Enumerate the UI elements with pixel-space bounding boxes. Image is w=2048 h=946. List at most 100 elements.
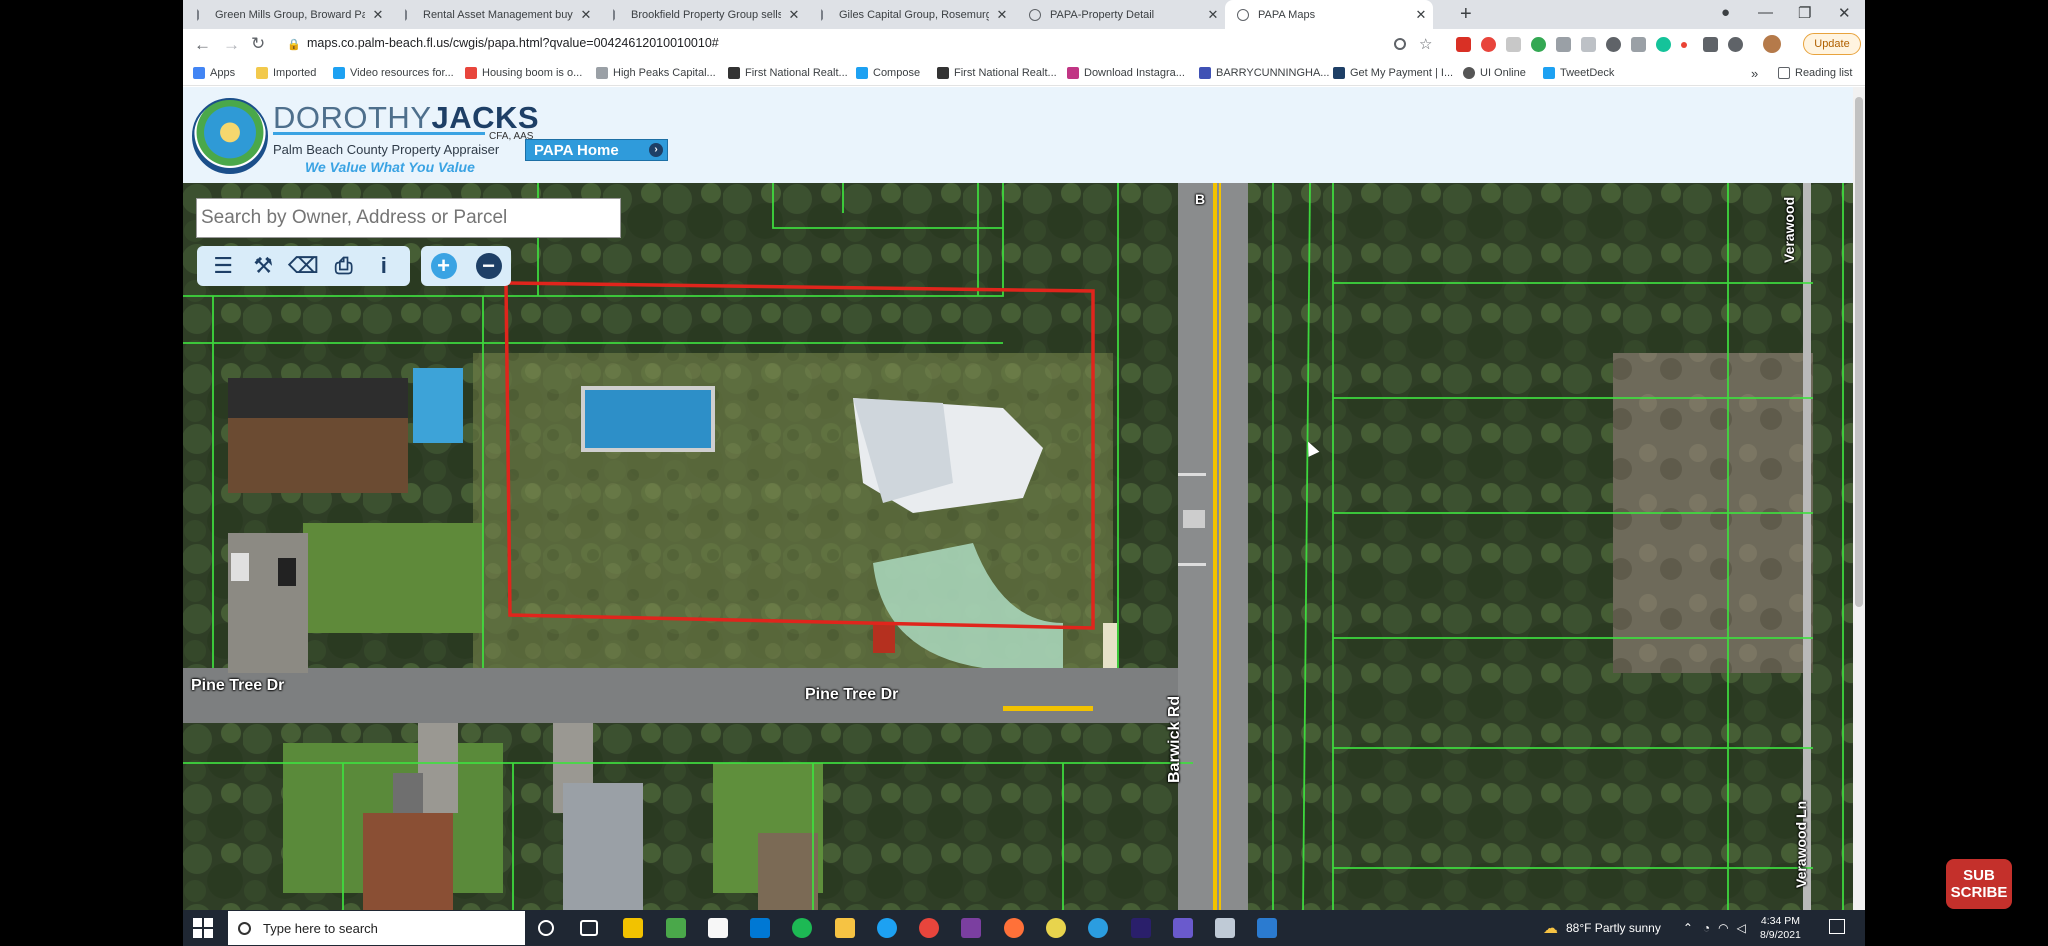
tab-giles-capital[interactable]: Giles Capital Group, Rosemurgy ✕ bbox=[809, 0, 1017, 29]
maximize-button[interactable]: ❐ bbox=[1798, 4, 1811, 22]
weather-icon[interactable]: ☁ bbox=[1543, 919, 1558, 937]
close-icon[interactable]: ✕ bbox=[1206, 7, 1220, 23]
aerial-imagery bbox=[183, 183, 1853, 910]
papa-home-button[interactable]: PAPA Home › bbox=[525, 139, 668, 161]
taskbar-search-input[interactable]: Type here to search bbox=[228, 911, 525, 945]
app-icon[interactable] bbox=[1257, 918, 1277, 938]
tab-label: PAPA Maps bbox=[1258, 8, 1316, 21]
profile-dot-icon[interactable]: ● bbox=[1721, 4, 1730, 21]
info-icon[interactable]: i bbox=[370, 252, 398, 280]
wifi-icon[interactable]: ◠ bbox=[1718, 921, 1728, 935]
extension-icon[interactable] bbox=[1556, 37, 1571, 52]
close-icon[interactable]: ✕ bbox=[995, 7, 1009, 23]
subscribe-button[interactable]: SUB SCRIBE bbox=[1946, 859, 2012, 909]
layers-icon[interactable]: ☰ bbox=[209, 252, 237, 280]
spotify-icon[interactable] bbox=[792, 918, 812, 938]
chrome-extension-icon[interactable] bbox=[1481, 37, 1496, 52]
url-field[interactable]: maps.co.palm-beach.fl.us/cwgis/papa.html… bbox=[307, 36, 719, 50]
site-icon bbox=[1333, 67, 1345, 79]
app-icon[interactable] bbox=[1046, 918, 1066, 938]
bookmark-barrycunningham[interactable]: BARRYCUNNINGHA... bbox=[1199, 67, 1329, 79]
firefox-icon[interactable] bbox=[1004, 918, 1024, 938]
bookmark-first-national-1[interactable]: First National Realt... bbox=[728, 67, 848, 79]
close-icon[interactable]: ✕ bbox=[371, 7, 385, 23]
update-button[interactable]: Update bbox=[1803, 33, 1861, 55]
account-icon[interactable] bbox=[1728, 37, 1743, 52]
scrollbar-thumb[interactable] bbox=[1855, 97, 1863, 607]
calculator-icon[interactable] bbox=[1215, 918, 1235, 938]
task-view-icon[interactable] bbox=[580, 920, 598, 936]
bookmark-ui-online[interactable]: UI Online bbox=[1463, 67, 1526, 79]
bookmarks-overflow-button[interactable]: » bbox=[1751, 66, 1758, 81]
pdf-extension-icon[interactable] bbox=[1456, 37, 1471, 52]
app-icon[interactable] bbox=[1088, 918, 1108, 938]
bookmark-apps[interactable]: Apps bbox=[193, 67, 235, 79]
app-icon[interactable] bbox=[666, 918, 686, 938]
bookmark-imported[interactable]: Imported bbox=[256, 67, 316, 79]
meet-extension-icon[interactable] bbox=[1531, 37, 1546, 52]
zoom-in-button[interactable]: + bbox=[430, 253, 457, 279]
notification-icon[interactable] bbox=[1829, 919, 1845, 934]
eraser-icon[interactable]: ⌫ bbox=[288, 252, 319, 280]
volume-icon[interactable]: ◁ bbox=[1737, 921, 1746, 935]
edge-icon[interactable] bbox=[877, 918, 897, 938]
close-icon[interactable]: ✕ bbox=[787, 7, 801, 23]
close-icon[interactable]: ✕ bbox=[579, 7, 593, 23]
wrench-icon[interactable]: ⚒ bbox=[249, 252, 277, 280]
onenote-icon[interactable] bbox=[961, 918, 981, 938]
store-icon[interactable] bbox=[623, 918, 643, 938]
back-button[interactable]: ← bbox=[194, 35, 211, 55]
bookmark-get-my-payment[interactable]: Get My Payment | I... bbox=[1333, 67, 1453, 79]
puzzle-icon[interactable] bbox=[1703, 37, 1718, 52]
system-tray: ☁ 88°F Partly sunny ⌃ ◔ ◠ ◁ bbox=[1543, 910, 1746, 946]
avatar[interactable] bbox=[1763, 35, 1781, 53]
tab-papa-maps[interactable]: PAPA Maps ✕ bbox=[1225, 0, 1433, 29]
reload-button[interactable]: ↻ bbox=[251, 34, 265, 54]
bookmark-compose[interactable]: Compose bbox=[856, 67, 920, 79]
sticky-app-icon[interactable] bbox=[708, 918, 728, 938]
zoom-out-button[interactable]: − bbox=[475, 253, 502, 279]
bookmark-high-peaks[interactable]: High Peaks Capital... bbox=[596, 67, 716, 79]
aerial-map[interactable]: ☰ ⚒ ⌫ ⎙ i + − Pine Tree Dr Pine Tree Dr … bbox=[183, 183, 1853, 910]
bookmark-label: Video resources for... bbox=[350, 67, 454, 79]
extension-icon[interactable] bbox=[1581, 37, 1596, 52]
extension-icon[interactable] bbox=[1506, 37, 1521, 52]
grammarly-icon[interactable] bbox=[1656, 37, 1671, 52]
forward-button[interactable]: → bbox=[223, 35, 240, 55]
minimize-button[interactable]: — bbox=[1758, 4, 1773, 21]
file-explorer-icon[interactable] bbox=[835, 918, 855, 938]
print-icon[interactable]: ⎙ bbox=[330, 252, 358, 280]
network-icon[interactable]: ◔ bbox=[1703, 921, 1710, 935]
tab-papa-property-detail[interactable]: PAPA-Property Detail ✕ bbox=[1017, 0, 1225, 29]
extension-icon[interactable] bbox=[1606, 37, 1621, 52]
logo-tagline: We Value What You Value bbox=[305, 159, 475, 175]
bookmark-download-instagram[interactable]: Download Instagra... bbox=[1067, 67, 1185, 79]
bookmark-first-national-2[interactable]: First National Realt... bbox=[937, 67, 1057, 79]
tab-rental-asset[interactable]: Rental Asset Management buys ✕ bbox=[393, 0, 601, 29]
app-icon[interactable] bbox=[1173, 918, 1193, 938]
premiere-icon[interactable] bbox=[1131, 918, 1151, 938]
close-icon[interactable]: ✕ bbox=[1414, 7, 1428, 23]
tab-brookfield[interactable]: Brookfield Property Group sells ✕ bbox=[601, 0, 809, 29]
chrome-icon[interactable] bbox=[919, 918, 939, 938]
extension-icon[interactable] bbox=[1631, 37, 1646, 52]
taskbar-clock[interactable]: 4:34 PM 8/9/2021 bbox=[1760, 914, 1801, 942]
reading-list-button[interactable]: Reading list bbox=[1778, 67, 1852, 79]
bookmark-video-resources[interactable]: Video resources for... bbox=[333, 67, 454, 79]
page-scrollbar[interactable] bbox=[1853, 87, 1865, 910]
close-window-button[interactable]: ✕ bbox=[1838, 4, 1851, 22]
windows-start-icon[interactable] bbox=[193, 918, 213, 938]
record-icon[interactable] bbox=[1681, 42, 1687, 48]
chevron-up-icon[interactable]: ⌃ bbox=[1683, 921, 1693, 935]
bookmark-star-icon[interactable]: ☆ bbox=[1419, 35, 1432, 53]
map-search-input[interactable] bbox=[196, 198, 621, 238]
tab-green-mills[interactable]: Green Mills Group, Broward Parts ✕ bbox=[185, 0, 393, 29]
outlook-icon[interactable] bbox=[750, 918, 770, 938]
new-tab-button[interactable]: + bbox=[1460, 3, 1472, 26]
bookmark-housing-boom[interactable]: Housing boom is o... bbox=[465, 67, 582, 79]
weather-text[interactable]: 88°F Partly sunny bbox=[1566, 921, 1661, 935]
cortana-icon[interactable] bbox=[538, 920, 554, 936]
bookmark-tweetdeck[interactable]: TweetDeck bbox=[1543, 67, 1614, 79]
zoom-icon[interactable] bbox=[1394, 38, 1406, 50]
lock-icon[interactable]: 🔒 bbox=[287, 38, 301, 51]
